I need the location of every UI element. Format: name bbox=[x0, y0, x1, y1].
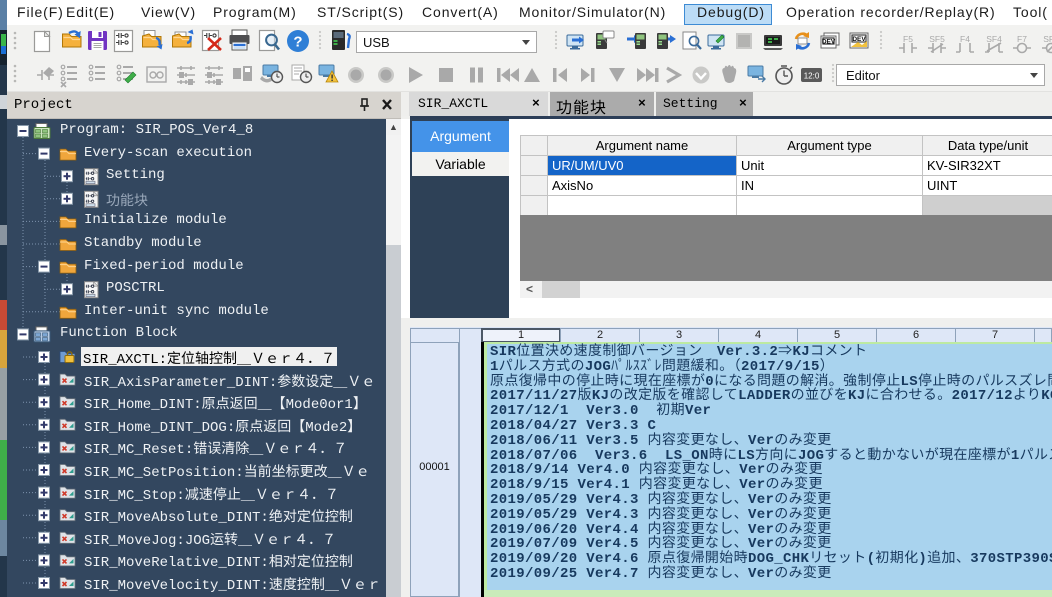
svg-text:SF4: SF4 bbox=[986, 34, 1002, 44]
svg-text:SF5: SF5 bbox=[929, 34, 945, 44]
svg-text:DEV: DEV bbox=[822, 39, 836, 46]
svg-text:SF7: SF7 bbox=[1043, 34, 1052, 44]
svg-text:F7: F7 bbox=[1017, 34, 1027, 44]
svg-text:F4: F4 bbox=[960, 34, 970, 44]
svg-text:12:0: 12:0 bbox=[804, 72, 820, 81]
svg-text:DEV: DEV bbox=[852, 36, 866, 43]
svg-text:F5: F5 bbox=[903, 34, 913, 44]
svg-text:?: ? bbox=[293, 34, 302, 51]
